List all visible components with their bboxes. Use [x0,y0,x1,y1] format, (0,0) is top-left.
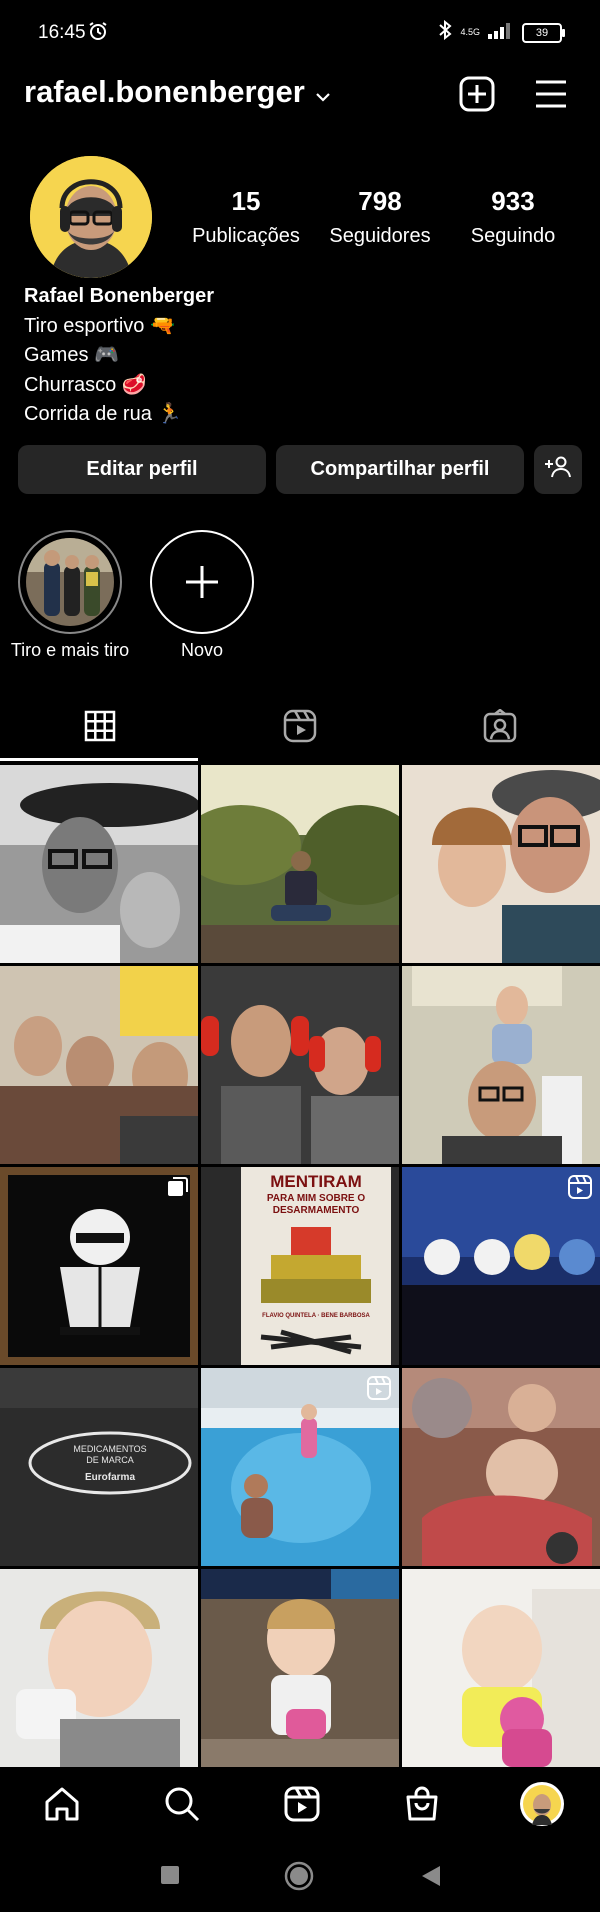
profile-nav-avatar[interactable] [519,1781,565,1827]
add-person-icon [544,456,572,484]
home-button-icon[interactable] [284,1861,314,1896]
stat-value: 15 [231,186,261,216]
search-icon[interactable] [162,1784,202,1824]
posts-grid: MENTIRAM PARA MIM SOBRE O DESARMAMENTO F… [0,765,600,1770]
post-thumbnail[interactable] [402,966,600,1164]
reels-nav-icon[interactable] [282,1784,322,1824]
post-thumbnail[interactable] [402,1569,600,1767]
status-time: 16:45 [38,22,86,43]
back-icon[interactable] [420,1864,442,1893]
highlight-label: Novo [180,640,224,660]
new-highlight-button[interactable] [150,530,254,634]
highlight-label: Tiro e mais tiro [10,640,130,660]
battery-icon: 39 [522,22,565,43]
status-bar: 16:45 4.5G 39 [0,0,600,66]
username-switcher[interactable]: rafael.bonenberger [24,74,331,110]
post-thumbnail[interactable] [201,966,399,1164]
share-profile-button[interactable]: Compartilhar perfil [276,445,524,494]
stat-label: Seguidores [329,225,431,247]
alarm-icon [88,21,108,46]
bio-line: Tiro esportivo 🔫 [24,314,175,337]
tagged-icon [483,707,517,748]
tab-tagged[interactable] [400,695,600,761]
grid-icon [84,710,116,747]
bag-text: MEDICAMENTOS [73,1444,146,1454]
signal-icon [488,21,514,44]
discover-people-button[interactable] [534,445,582,494]
create-post-icon[interactable] [459,76,495,112]
post-thumbnail[interactable] [0,966,198,1164]
book-title-line: DESARMAMENTO [273,1205,360,1216]
bio: Rafael Bonenberger Tiro esportivo 🔫 Game… [24,282,214,430]
post-thumbnail[interactable] [201,1368,399,1566]
bio-line: Churrasco 🥩 [24,373,147,396]
reel-icon [568,1175,592,1204]
bag-brand: Eurofarma [85,1472,135,1483]
book-title-line: MENTIRAM [270,1172,362,1191]
recent-apps-icon[interactable] [160,1865,180,1890]
home-icon[interactable] [42,1784,82,1824]
network-type: 4.5G [460,27,480,37]
active-tab-indicator [0,758,198,761]
stat-following[interactable]: 933 Seguindo [448,186,578,248]
bottom-nav [0,1770,600,1838]
post-thumbnail[interactable] [201,765,399,963]
stat-followers[interactable]: 798 Seguidores [315,186,445,248]
plus-icon [184,564,220,605]
shop-icon[interactable] [402,1784,442,1824]
book-authors: FLAVIO QUINTELA · BENE BARBOSA [262,1313,370,1319]
profile-tabs [0,695,600,761]
tab-posts-grid[interactable] [0,695,200,761]
edit-profile-button[interactable]: Editar perfil [18,445,266,494]
reels-icon [283,709,317,748]
reel-icon [367,1376,391,1405]
tab-reels[interactable] [200,695,400,761]
carousel-icon [166,1175,190,1204]
bag-text: DE MARCA [86,1455,134,1465]
bio-line: Games 🎮 [24,344,119,366]
stat-value: 798 [358,186,402,216]
status-right: 4.5G 39 [438,19,565,45]
bio-line: Corrida de rua 🏃 [24,403,183,425]
profile-avatar[interactable] [30,156,152,278]
bluetooth-icon [438,19,453,45]
post-thumbnail[interactable] [402,1167,600,1365]
post-thumbnail[interactable] [402,1368,600,1566]
stat-label: Publicações [192,225,300,247]
menu-icon[interactable] [534,76,570,112]
chevron-down-icon [315,74,331,110]
post-thumbnail[interactable] [201,1569,399,1767]
post-thumbnail[interactable] [0,765,198,963]
post-thumbnail[interactable]: MEDICAMENTOS DE MARCA Eurofarma [0,1368,198,1566]
post-thumbnail[interactable] [0,1569,198,1767]
system-nav-bar [0,1838,600,1912]
book-title-line: PARA MIM SOBRE O [267,1193,366,1204]
username: rafael.bonenberger [24,74,305,109]
post-thumbnail[interactable] [0,1167,198,1365]
post-thumbnail[interactable]: MENTIRAM PARA MIM SOBRE O DESARMAMENTO F… [201,1167,399,1365]
stat-posts[interactable]: 15 Publicações [181,186,311,248]
stat-value: 933 [491,186,535,216]
highlight-tiro[interactable] [18,530,122,634]
stat-label: Seguindo [470,225,556,247]
profile-name: Rafael Bonenberger [24,285,215,307]
post-thumbnail[interactable] [402,765,600,963]
